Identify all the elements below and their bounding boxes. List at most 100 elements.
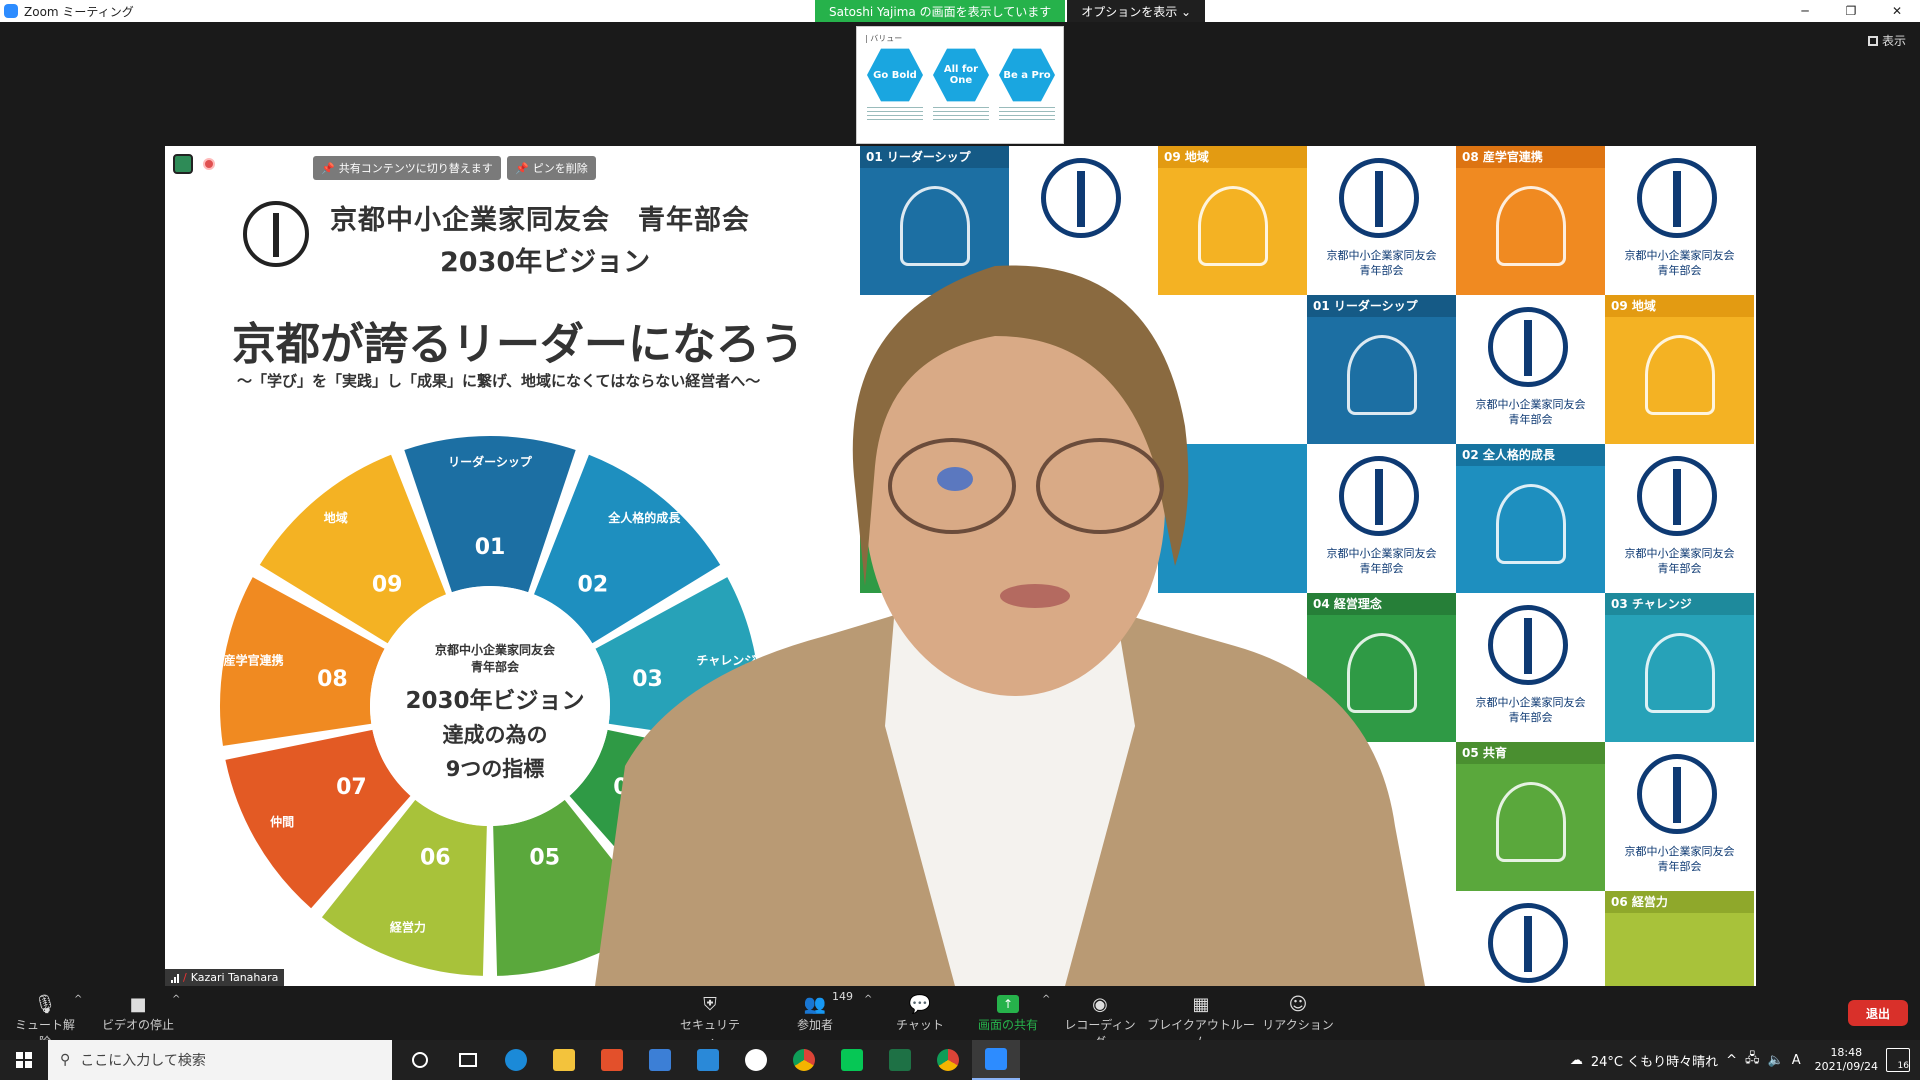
pin-icon: 📌 — [515, 161, 529, 175]
muted-mic-icon: 🎙 — [33, 993, 57, 1015]
chat-button[interactable]: 💬 チャット — [885, 992, 955, 1033]
minimize-icon[interactable]: ─ — [1782, 0, 1828, 22]
slack-icon[interactable] — [732, 1040, 780, 1080]
line-icon[interactable] — [828, 1040, 876, 1080]
taskbar-clock[interactable]: 18:48 2021/09/24 — [1815, 1046, 1878, 1074]
volume-icon[interactable]: 🔈 — [1768, 1053, 1784, 1068]
chrome-profile-icon[interactable] — [924, 1040, 972, 1080]
value-caption — [999, 107, 1055, 121]
thumbnail-label: | バリュー — [865, 34, 903, 43]
tray-expand-icon[interactable]: ^ — [1726, 1053, 1737, 1068]
taskbar-search-box[interactable]: ⚲ ここに入力して検索 — [48, 1040, 392, 1080]
mail-icon[interactable] — [684, 1040, 732, 1080]
tile-logo: 京都中小企業家同友会 青年部会 — [1605, 444, 1754, 593]
center-line1: 達成の為の — [442, 723, 548, 747]
unpin-button[interactable]: 📌 ピンを削除 — [507, 156, 596, 180]
share-options-caret[interactable]: ^ — [1042, 994, 1050, 1005]
org-mark-icon — [1488, 605, 1568, 685]
tile-growth: 02 全人格的成長 — [1456, 444, 1605, 593]
office-icon[interactable] — [588, 1040, 636, 1080]
windows-taskbar: ⚲ ここに入力して検索 ☁ 24°C くもり時々晴れ ^ 🖧 🔈 A 18:48… — [0, 1040, 1920, 1080]
value-hex-label: All for One — [943, 64, 979, 86]
tile-logo: 京都中小企業家同友会 青年部会 — [1605, 146, 1754, 295]
stairs-icon — [1496, 782, 1566, 862]
video-options-caret[interactable]: ^ — [172, 994, 180, 1005]
climber-icon — [1645, 633, 1715, 713]
participant-name-tag: / Kazari Tanahara — [165, 969, 285, 986]
chrome-icon[interactable] — [780, 1040, 828, 1080]
value-caption — [867, 107, 923, 121]
reactions-button[interactable]: ☺ リアクション — [1260, 992, 1336, 1033]
growth-icon — [1496, 484, 1566, 564]
center-org: 京都中小企業家同友会 — [434, 643, 555, 657]
tile-challenge: 03 チャレンジ — [1605, 593, 1754, 742]
excel-icon[interactable] — [876, 1040, 924, 1080]
org-mark-icon — [1637, 158, 1717, 238]
participant-name: Kazari Tanahara — [190, 971, 279, 984]
start-button[interactable] — [0, 1040, 48, 1080]
tile-header: 03 チャレンジ — [1605, 593, 1754, 615]
shared-screen-thumbnail[interactable]: | バリュー Go Bold All for One Be a Pro — [856, 26, 1064, 144]
tile-logo-text: 京都中小企業家同友会 青年部会 — [1624, 249, 1735, 277]
network-icon[interactable]: 🖧 — [1745, 1049, 1760, 1071]
meeting-toolbar: 🎙 ミュート解除 ^ ■ ビデオの停止 ^ ⛨ セキュリティ 👥149 参加者 … — [0, 986, 1920, 1049]
value-caption — [933, 107, 989, 121]
clock-date: 2021/09/24 — [1814, 1060, 1878, 1073]
wheel-label-07: 仲間 — [270, 814, 294, 829]
org-mark-icon — [1637, 456, 1717, 536]
edge-browser-icon[interactable] — [492, 1040, 540, 1080]
share-screen-icon: ↑ — [970, 992, 1046, 1016]
wheel-label-01: リーダーシップ — [448, 454, 533, 469]
signal-bars-icon — [171, 973, 179, 983]
window-title: Zoom ミーティング — [24, 4, 134, 19]
value-hex-label: Go Bold — [873, 69, 917, 81]
weather-icon[interactable]: ☁ — [1570, 1053, 1583, 1068]
view-options-button[interactable]: オプションを表示 ⌄ — [1067, 0, 1206, 22]
shield-icon: ⛨ — [703, 993, 717, 1015]
chat-icon: 💬 — [908, 993, 932, 1015]
notification-center-icon[interactable]: 16 — [1886, 1048, 1910, 1072]
system-tray: ☁ 24°C くもり時々晴れ ^ 🖧 🔈 A 18:48 2021/09/24 … — [1570, 1040, 1920, 1080]
org-logo — [243, 201, 309, 267]
tile-logo: 京都中小企業家同友会 青年部会 — [1605, 742, 1754, 891]
speaker-video[interactable]: 京都中小企業家同友会 青年部会 2030年ビジョン 京都が誇るリーダーになろう … — [165, 146, 1756, 986]
value-hex-3: Be a Pro — [999, 48, 1055, 102]
encryption-shield-icon[interactable] — [173, 154, 193, 174]
view-layout-label: 表示 — [1881, 34, 1906, 48]
unpin-label: ピンを削除 — [532, 162, 588, 175]
stop-video-button[interactable]: ■ ビデオの停止 — [100, 992, 176, 1033]
tile-education: 05 共育 — [1456, 742, 1605, 891]
share-screen-button[interactable]: ↑ 画面の共有 — [970, 992, 1046, 1033]
wheel-number-09: 09 — [372, 572, 403, 597]
participants-icon: 👥 149 — [803, 990, 853, 1015]
wheel-label-08: 産学官連携 — [224, 652, 284, 667]
view-layout-button[interactable]: 表示 — [1867, 32, 1906, 49]
breakout-rooms-icon: ▦ — [1192, 993, 1210, 1015]
close-icon[interactable]: ✕ — [1874, 0, 1920, 22]
file-explorer-icon[interactable] — [540, 1040, 588, 1080]
share-status-label: Satoshi Yajima の画面を表示しています — [815, 0, 1066, 22]
task-view-icon[interactable] — [444, 1040, 492, 1080]
zoom-taskbar-icon[interactable] — [972, 1040, 1020, 1080]
restore-icon[interactable]: ❐ — [1828, 0, 1874, 22]
value-hex-label: Be a Pro — [1003, 69, 1051, 81]
weather-text[interactable]: 24°C くもり時々晴れ — [1591, 1051, 1718, 1070]
reactions-label: リアクション — [1262, 1018, 1334, 1032]
handshake-icon — [1645, 335, 1715, 415]
record-icon: ◉ — [1092, 993, 1108, 1015]
participants-button[interactable]: 👥 149 参加者 — [780, 990, 853, 1033]
audio-options-caret[interactable]: ^ — [74, 994, 82, 1005]
tile-header: 08 産学官連携 — [1456, 146, 1605, 168]
switch-to-shared-content-button[interactable]: 📌 共有コンテンツに切り替えます — [313, 156, 501, 180]
ime-indicator[interactable]: A — [1792, 1053, 1801, 1068]
leave-meeting-button[interactable]: 退出 — [1848, 1000, 1908, 1026]
tile-management: 06 経営力 — [1605, 891, 1754, 986]
cortana-icon[interactable] — [396, 1040, 444, 1080]
store-icon[interactable] — [636, 1040, 684, 1080]
participants-options-caret[interactable]: ^ — [864, 994, 872, 1005]
wheel-center-text: 京都中小企業家同友会 青年部会 2030年ビジョン 達成の為の 9つの指標 — [370, 641, 620, 783]
tile-logo: 京都中小企業家同友会 青年部会 — [1456, 593, 1605, 742]
share-banner: Satoshi Yajima の画面を表示しています オプションを表示 ⌄ — [815, 0, 1206, 22]
search-icon: ⚲ — [60, 1052, 71, 1068]
participants-label: 参加者 — [796, 1018, 833, 1032]
